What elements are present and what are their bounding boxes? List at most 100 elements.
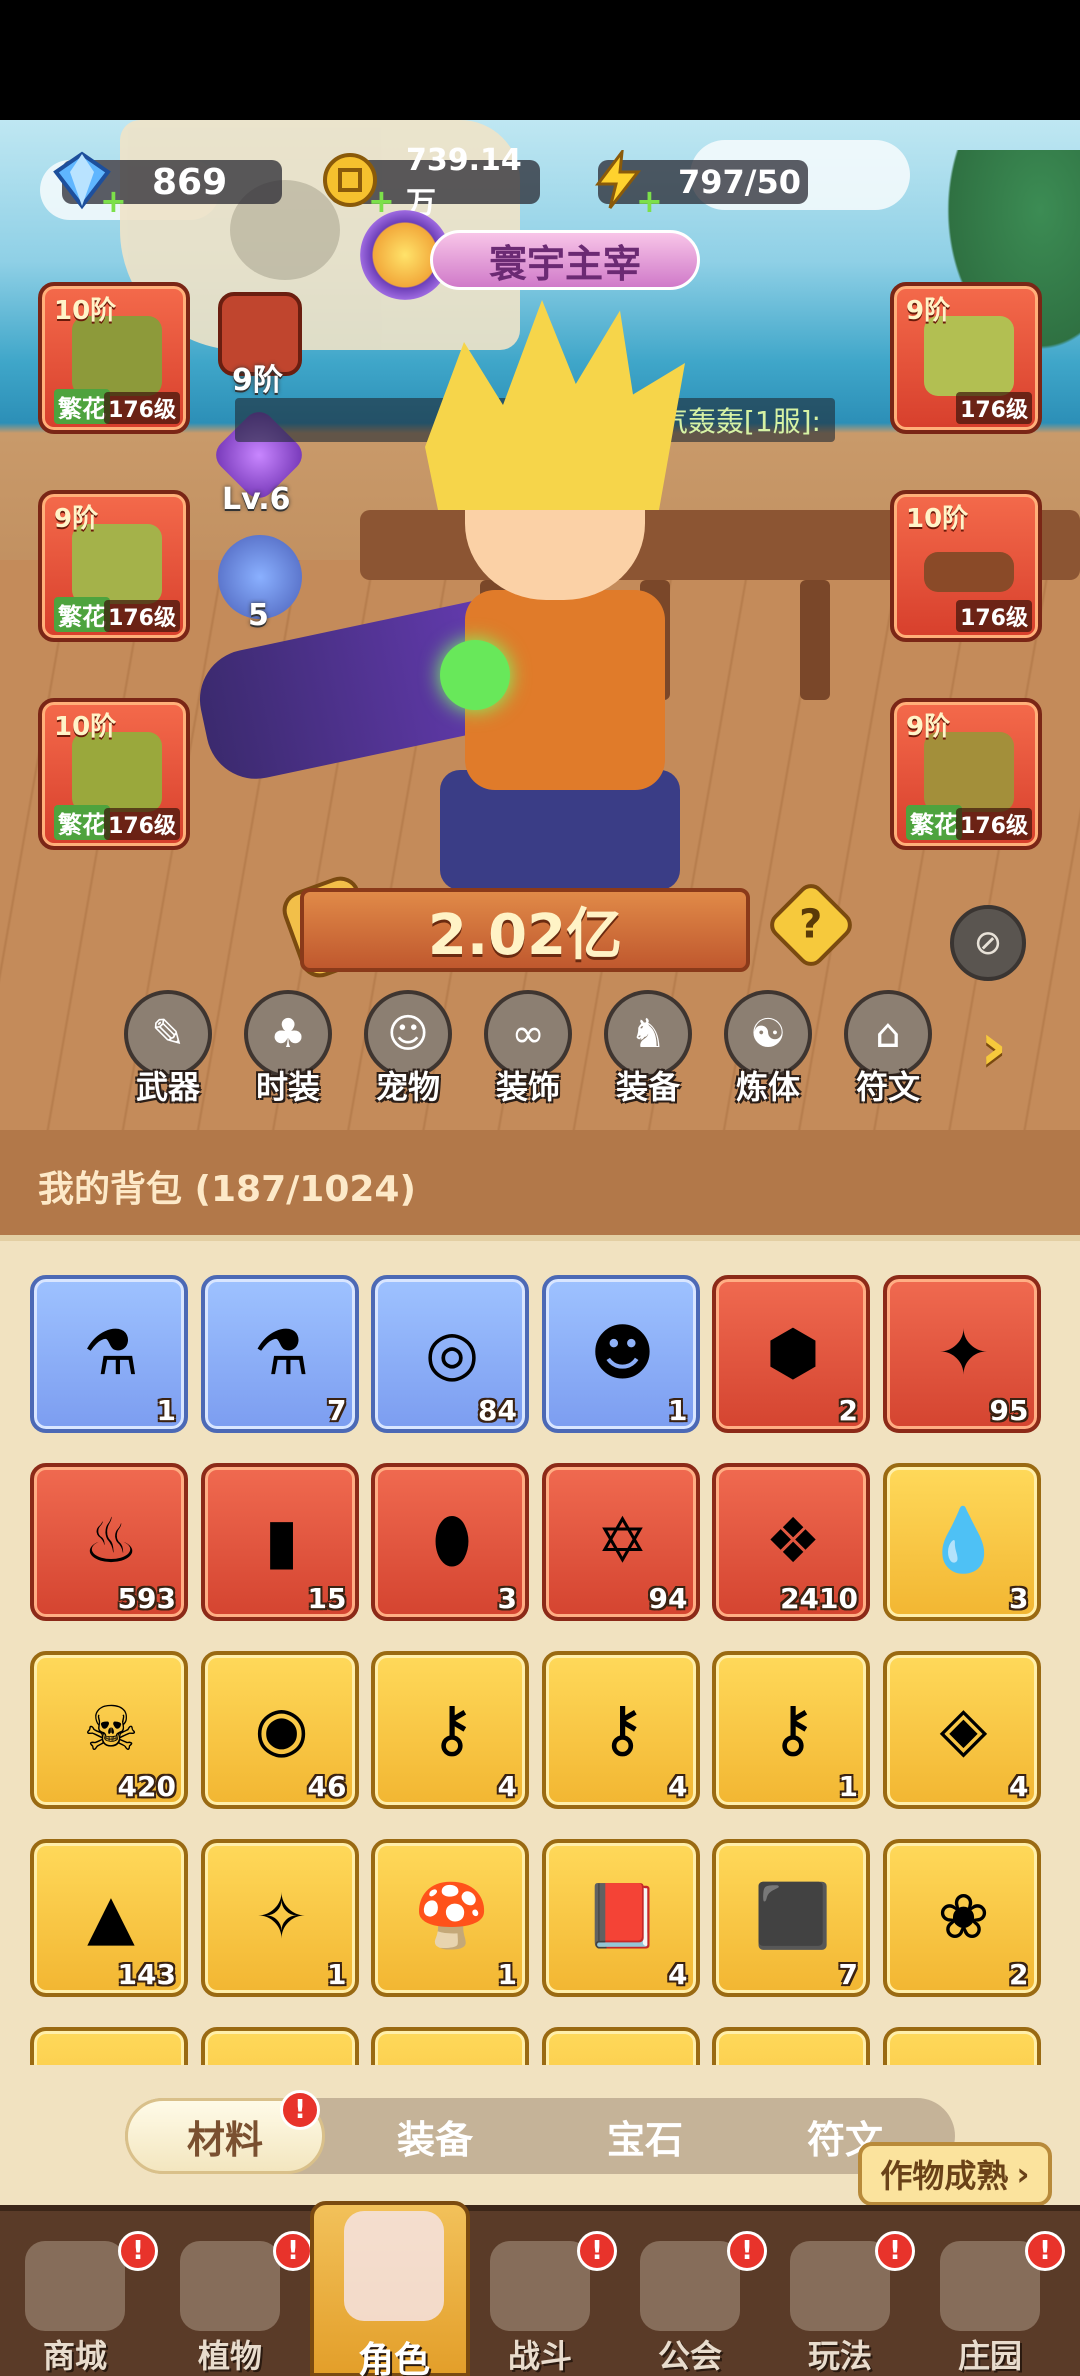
item-count: 1 xyxy=(838,1770,858,1803)
bag-item[interactable]: ❀ 2 xyxy=(882,1839,1041,1997)
rail-post xyxy=(800,580,830,700)
bag-item[interactable]: ◉ 46 xyxy=(200,1651,359,1809)
bag-item[interactable]: 🍄 1 xyxy=(371,1839,529,1997)
equip-slot-belt[interactable]: 10阶 176级 xyxy=(890,490,1042,642)
ruby-key-icon: ⚷ xyxy=(429,1691,475,1765)
bag-item[interactable]: ✧ 1 xyxy=(200,1839,359,1997)
chevron-right-icon[interactable]: › xyxy=(980,1008,1007,1085)
level-label: Lv.6 xyxy=(222,482,291,517)
rank-label: 9阶 xyxy=(232,363,283,398)
hero-title-badge[interactable]: 寰宇主宰 xyxy=(430,230,700,290)
category-rune[interactable]: ⌂ 符文 xyxy=(840,990,936,1110)
green-key-icon: ⚷ xyxy=(770,1691,816,1765)
bag-item[interactable]: ⬮ 3 xyxy=(371,1463,529,1621)
bag-item[interactable]: ☠ 420 xyxy=(30,1651,188,1809)
green-tube-icon: ▮ xyxy=(264,1503,299,1577)
equip-tier: 10阶 xyxy=(906,504,969,534)
crop-ripe-label: 作物成熟 xyxy=(880,2157,1009,2195)
nav-character[interactable]: 角色 xyxy=(310,2201,470,2376)
add-icon[interactable]: + xyxy=(636,182,663,220)
shirt-icon xyxy=(924,316,1014,396)
category-label: 炼体 xyxy=(735,1068,800,1106)
category-decoration[interactable]: ∞ 装饰 xyxy=(480,990,576,1110)
bag-item[interactable]: ⚗ 1 xyxy=(30,1275,188,1433)
bag-item[interactable]: ◎ 84 xyxy=(371,1275,529,1433)
eye-slash-icon: ⊘ xyxy=(973,923,1003,963)
pants-icon xyxy=(72,732,162,812)
hat-icon xyxy=(72,316,162,396)
bag-item[interactable]: ☻ 1 xyxy=(541,1275,700,1433)
category-fashion[interactable]: ♣ 时装 xyxy=(240,990,336,1110)
category-weapon[interactable]: ✎ 武器 xyxy=(120,990,216,1110)
equip-slot-boots[interactable]: 9阶 繁花 176级 xyxy=(890,698,1042,850)
bag-item[interactable]: ⚷ 4 xyxy=(371,1651,529,1809)
category-refine[interactable]: ☯ 炼体 xyxy=(720,990,816,1110)
belt-icon xyxy=(924,552,1014,592)
bag-item[interactable] xyxy=(712,2027,870,2065)
bag-item[interactable]: ⚗ 7 xyxy=(200,1275,359,1433)
tab-label: 宝石 xyxy=(606,2117,683,2162)
item-count: 1 xyxy=(497,1958,517,1991)
nav-battle[interactable]: 战斗! xyxy=(465,2231,617,2375)
crop-ripe-button[interactable]: 作物成熟 › xyxy=(858,2142,1052,2206)
bag-item[interactable]: ⚷ 1 xyxy=(712,1651,870,1809)
bag-item[interactable]: ♨ 593 xyxy=(30,1463,188,1621)
item-count: 46 xyxy=(307,1770,347,1803)
item-count: 94 xyxy=(648,1582,688,1615)
add-icon[interactable]: + xyxy=(100,182,127,220)
bag-item[interactable]: 💧 3 xyxy=(882,1463,1041,1621)
notification-badge: ! xyxy=(280,2090,320,2130)
tab-gems[interactable]: 宝石 xyxy=(545,2098,745,2174)
category-pet[interactable]: ☺ 宠物 xyxy=(360,990,456,1110)
badge-text: ! xyxy=(741,2236,753,2266)
bag-item[interactable] xyxy=(882,2027,1041,2065)
fire-prism-icon: ▲ xyxy=(87,1879,135,1953)
bag-item[interactable]: ⬢ 2 xyxy=(712,1275,870,1433)
nav-shop[interactable]: 商城! xyxy=(0,2231,158,2375)
bag-item[interactable]: ❖ 2410 xyxy=(712,1463,870,1621)
equip-level: 176级 xyxy=(104,392,180,424)
bag-item[interactable] xyxy=(541,2027,700,2065)
bag-item[interactable] xyxy=(371,2027,529,2065)
orbit-ring-icon: ◎ xyxy=(424,1315,480,1389)
nav-manor[interactable]: 庄园! xyxy=(915,2231,1065,2375)
bag-item[interactable]: ▲ 143 xyxy=(30,1839,188,1997)
notification-badge: ! xyxy=(875,2231,915,2271)
equip-tag: 繁花 xyxy=(54,805,110,840)
gold-value: 739.14万 xyxy=(406,142,522,221)
bag-item[interactable]: 📕 4 xyxy=(541,1839,700,1997)
nav-guild[interactable]: 公会! xyxy=(615,2231,767,2375)
green-cube-icon: ⬛ xyxy=(754,1879,832,1952)
bag-item[interactable]: ▮ 15 xyxy=(200,1463,359,1621)
bag-item[interactable]: ✡ 94 xyxy=(541,1463,700,1621)
gold-counter[interactable]: + 739.14万 xyxy=(323,143,540,221)
bag-item[interactable]: ⚷ 4 xyxy=(541,1651,700,1809)
equip-slot-shirt[interactable]: 9阶 176级 xyxy=(890,282,1042,434)
item-count: 3 xyxy=(1009,1582,1029,1615)
equip-slot-pants[interactable]: 10阶 繁花 176级 xyxy=(38,698,190,850)
category-label: 装备 xyxy=(615,1068,680,1106)
question-icon: ? xyxy=(799,901,823,948)
gloves-icon xyxy=(72,524,162,604)
item-count: 84 xyxy=(478,1394,517,1427)
bag-item[interactable]: ◈ 4 xyxy=(882,1651,1041,1809)
hide-toggle-button[interactable]: ⊘ xyxy=(950,905,1026,981)
bag-item[interactable] xyxy=(30,2027,188,2065)
tab-equipment[interactable]: 装备 xyxy=(335,2098,535,2174)
shop-icon xyxy=(25,2241,125,2331)
hero-title: 寰宇主宰 xyxy=(488,241,641,286)
bag-item[interactable]: ⬛ 7 xyxy=(712,1839,870,1997)
equip-slot-gloves[interactable]: 9阶 繁花 176级 xyxy=(38,490,190,642)
badge-text: ! xyxy=(591,2236,603,2266)
nav-plants[interactable]: 植物! xyxy=(155,2231,313,2375)
energy-counter[interactable]: + 797/50 xyxy=(595,150,808,220)
diamond-counter[interactable]: + 869 xyxy=(53,151,282,220)
mushroom-icon: 🍄 xyxy=(413,1879,491,1952)
nav-gameplay[interactable]: 玩法! xyxy=(765,2231,915,2375)
item-count: 4 xyxy=(497,1770,517,1803)
gold-coin-icon: ◉ xyxy=(254,1691,309,1765)
bag-item[interactable] xyxy=(200,2027,359,2065)
equip-slot-hat[interactable]: 10阶 繁花 176级 xyxy=(38,282,190,434)
category-equipment[interactable]: ♞ 装备 xyxy=(600,990,696,1110)
bag-item[interactable]: ✦ 95 xyxy=(882,1275,1041,1433)
